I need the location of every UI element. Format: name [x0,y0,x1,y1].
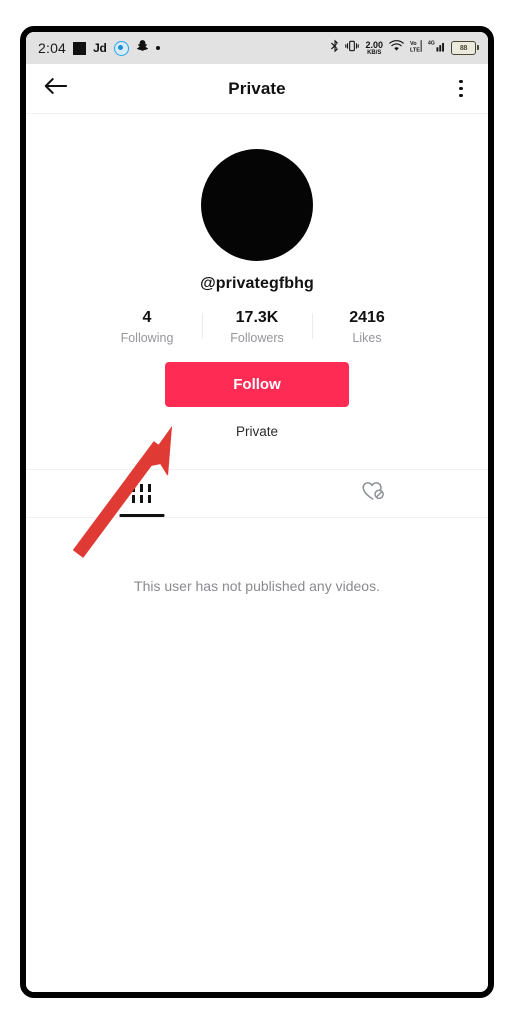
profile-section: @privategfbhg 4 Following 17.3K Follower… [26,115,488,439]
jd-label: Jd [93,41,107,55]
stat-following-label: Following [92,331,202,345]
more-vertical-icon-dot-2 [459,87,463,91]
profile-tabs [26,469,488,518]
dot-icon [156,46,160,50]
svg-text:4G: 4G [428,40,435,46]
status-bar-right: 2.00 KB/S Vo LTE [330,39,476,58]
tab-liked[interactable] [257,470,488,517]
data-rate-unit: KB/S [367,50,381,56]
data-rate-indicator: 2.00 KB/S [365,41,383,56]
data-rate-value: 2.00 [365,41,383,50]
tab-videos[interactable] [26,470,257,517]
username: @privategfbhg [26,275,488,293]
vibrate-icon [345,39,359,58]
snapchat-ghost-icon [136,39,149,57]
volte-icon: Vo LTE [410,39,422,58]
circle-icon [114,41,129,56]
battery-level: 88 [460,45,467,52]
back-arrow-icon [43,76,67,101]
signal-4g-icon: 4G [428,39,445,58]
svg-text:Vo: Vo [410,41,417,47]
square-icon [73,42,86,55]
more-options-button[interactable] [446,72,476,106]
more-vertical-icon-dot-3 [459,94,463,98]
status-bar-left: 2:04 Jd [38,39,160,57]
stat-likes[interactable]: 2416 Likes [312,309,422,345]
stat-likes-value: 2416 [312,309,422,327]
tab-active-underline [119,514,164,517]
status-clock: 2:04 [38,40,66,56]
profile-bio: Private [26,424,488,439]
grid-bars-icon [132,484,151,504]
wifi-icon [389,39,404,57]
bluetooth-icon [330,39,339,58]
more-vertical-icon-dot-1 [459,80,463,84]
stats-row: 4 Following 17.3K Followers 2416 Likes [26,309,488,345]
phone-screen: 2:04 Jd [26,32,488,992]
svg-text:LTE: LTE [410,47,420,53]
page-title: Private [26,79,488,99]
stat-following-value: 4 [92,309,202,327]
battery-icon: 88 [451,41,476,55]
avatar[interactable] [201,149,313,261]
stat-likes-label: Likes [312,331,422,345]
back-button[interactable] [36,70,74,108]
follow-button[interactable]: Follow [165,362,349,407]
empty-state-message: This user has not published any videos. [26,578,488,594]
phone-frame: 2:04 Jd [20,26,494,998]
stat-following[interactable]: 4 Following [92,309,202,345]
stat-followers-label: Followers [202,331,312,345]
stat-followers[interactable]: 17.3K Followers [202,309,312,345]
heart-hidden-icon [360,479,386,508]
stat-followers-value: 17.3K [202,309,312,327]
status-bar: 2:04 Jd [26,32,488,64]
app-header: Private [26,64,488,114]
